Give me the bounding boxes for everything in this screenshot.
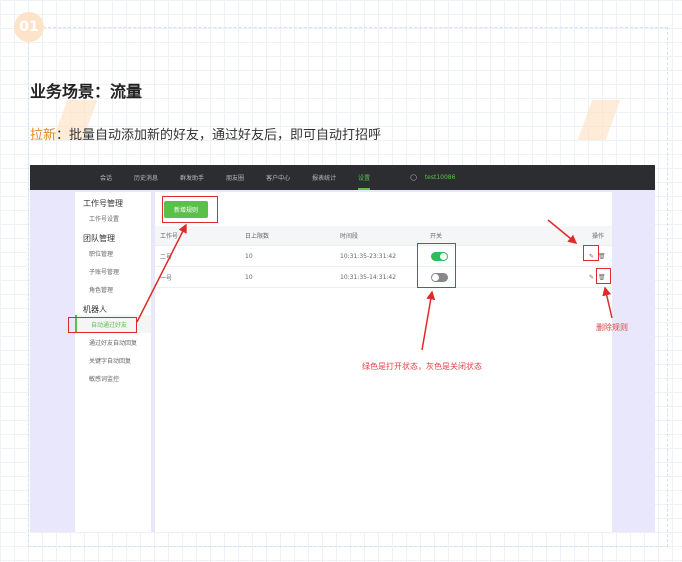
annotation-arrows (136, 219, 613, 351)
delete-note: 删除规则 (596, 323, 628, 332)
switch-note: 绿色是打开状态，灰色是关闭状态 (362, 362, 482, 371)
